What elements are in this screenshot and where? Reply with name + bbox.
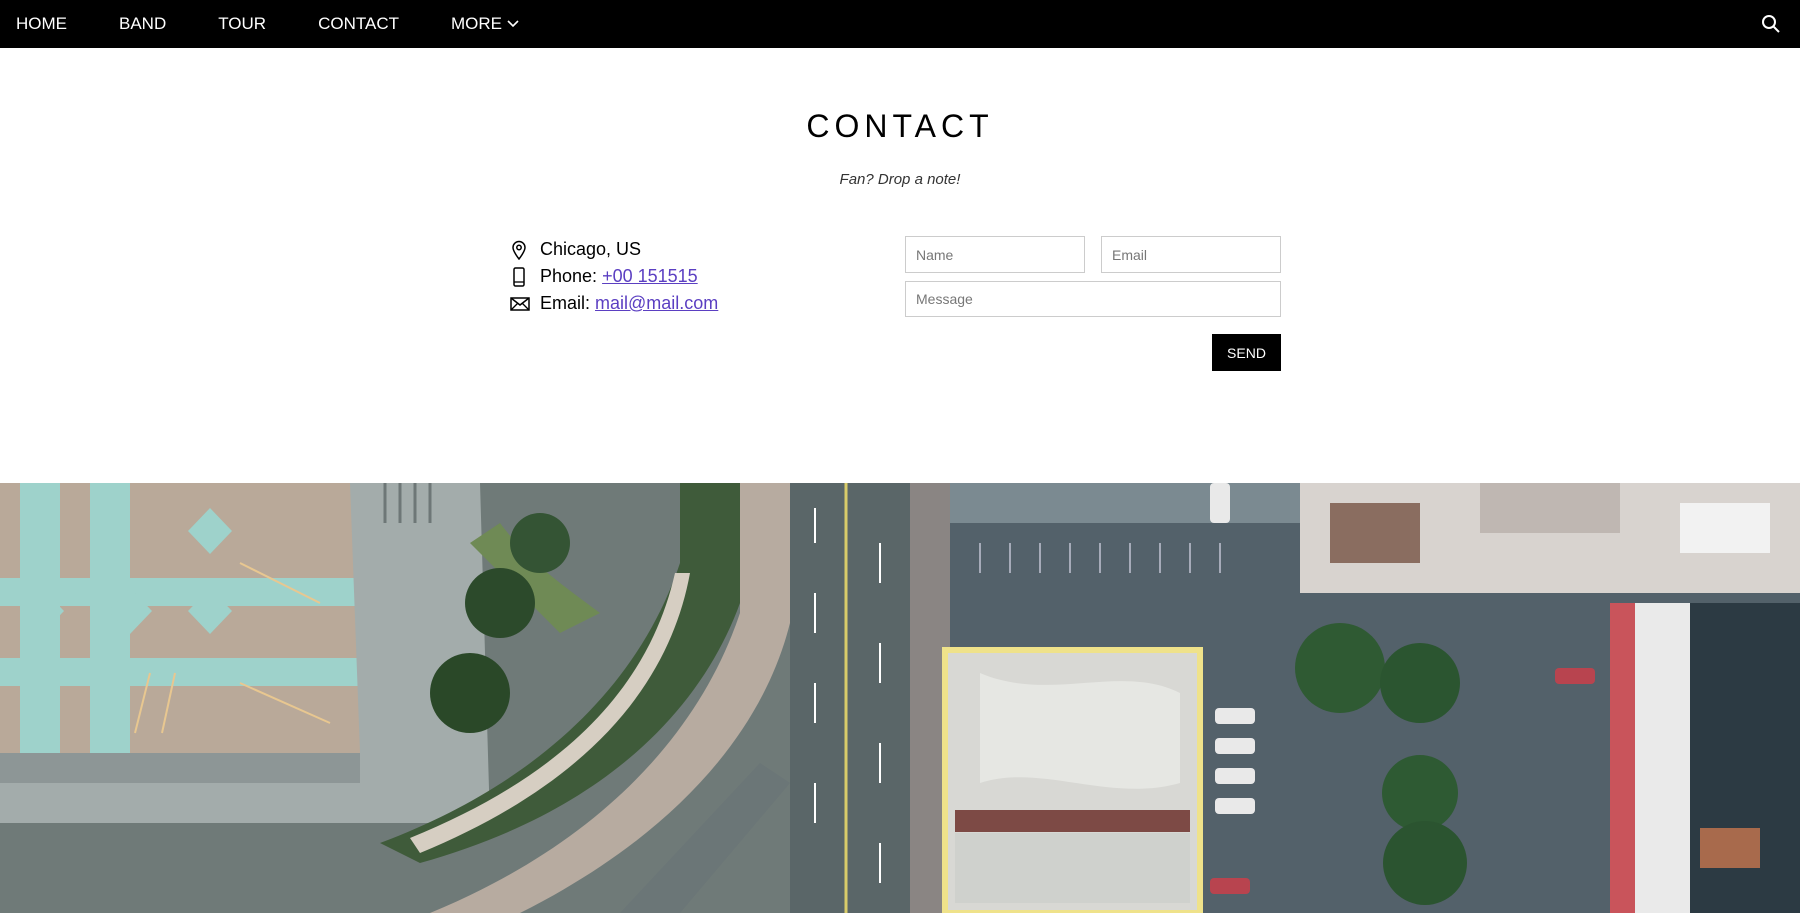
email-input[interactable]: [1101, 236, 1281, 273]
search-button[interactable]: [1758, 0, 1784, 48]
map-pin-icon: [510, 240, 540, 260]
city-aerial-image: [0, 483, 1800, 913]
page-subtitle: Fan? Drop a note!: [839, 171, 961, 188]
nav-more[interactable]: MORE: [425, 0, 546, 48]
nav-contact[interactable]: CONTACT: [292, 0, 425, 48]
send-button[interactable]: SEND: [1212, 334, 1281, 371]
city-aerial-illustration: [0, 483, 1800, 913]
phone-icon: [510, 266, 540, 287]
nav-band[interactable]: BAND: [93, 0, 192, 48]
page-title: CONTACT: [806, 108, 994, 144]
envelope-icon: [510, 296, 540, 312]
name-input[interactable]: [905, 236, 1085, 273]
email-link[interactable]: mail@mail.com: [595, 290, 718, 317]
email-label: Email:: [540, 293, 591, 313]
message-input[interactable]: [905, 281, 1281, 317]
location-text: Chicago, US: [540, 239, 642, 259]
email-row: Email: mail@mail.com: [510, 290, 718, 317]
chevron-down-icon: [507, 20, 519, 28]
navbar: HOME BAND TOUR CONTACT MORE: [0, 0, 1800, 48]
nav-more-label: MORE: [451, 14, 502, 33]
phone-row: Phone: +00 151515: [510, 263, 718, 290]
phone-label: Phone:: [540, 266, 598, 286]
contact-info: Chicago, US Phone: +00 151515 Email: mai…: [510, 236, 718, 317]
nav-home[interactable]: HOME: [0, 0, 93, 48]
nav-tour[interactable]: TOUR: [192, 0, 292, 48]
phone-link[interactable]: +00 151515: [602, 263, 698, 290]
location-row: Chicago, US: [510, 236, 718, 263]
search-icon: [1762, 15, 1780, 33]
